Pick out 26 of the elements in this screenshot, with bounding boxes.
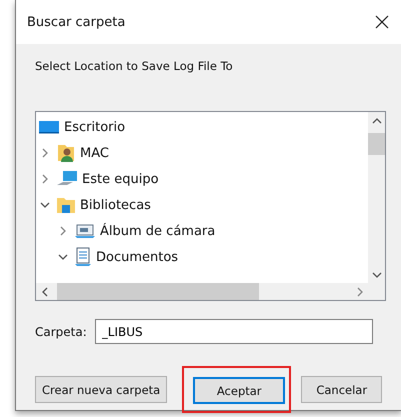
scrollbar-thumb[interactable] [368, 133, 385, 155]
computer-icon [56, 170, 78, 188]
dialog-button[interactable]: Cancelar [301, 376, 382, 403]
instruction-text: Select Location to Save Log File To [35, 59, 234, 73]
desktop-icon [38, 119, 60, 135]
dialog-button[interactable]: Aceptar [193, 377, 286, 404]
window-title: Buscar carpeta [27, 14, 126, 30]
dialog-button[interactable]: Crear nueva carpeta [35, 376, 168, 403]
expanded-chevron-icon[interactable] [38, 200, 52, 210]
tree-item[interactable]: Documentos [96, 250, 178, 264]
folder-label: Carpeta: [35, 324, 87, 338]
documents-icon [74, 247, 92, 267]
tree-item[interactable]: Bibliotecas [80, 198, 151, 212]
horizontal-scrollbar[interactable] [36, 283, 368, 300]
expanded-chevron-icon[interactable] [56, 252, 70, 262]
scrollbar-thumb[interactable] [57, 283, 259, 300]
library-folder-icon [56, 196, 76, 214]
user-folder-icon [56, 143, 76, 163]
tree-item[interactable]: Álbum de cámara [100, 224, 216, 238]
pictures-icon [74, 223, 96, 239]
folder-input-field[interactable]: _LIBUS [94, 319, 373, 344]
vertical-scrollbar[interactable] [368, 112, 385, 283]
tree-item[interactable]: Escritorio [64, 120, 126, 134]
tree-item[interactable]: MAC [80, 146, 109, 160]
close-icon[interactable] [374, 14, 390, 30]
tree-item[interactable]: Este equipo [82, 172, 159, 186]
